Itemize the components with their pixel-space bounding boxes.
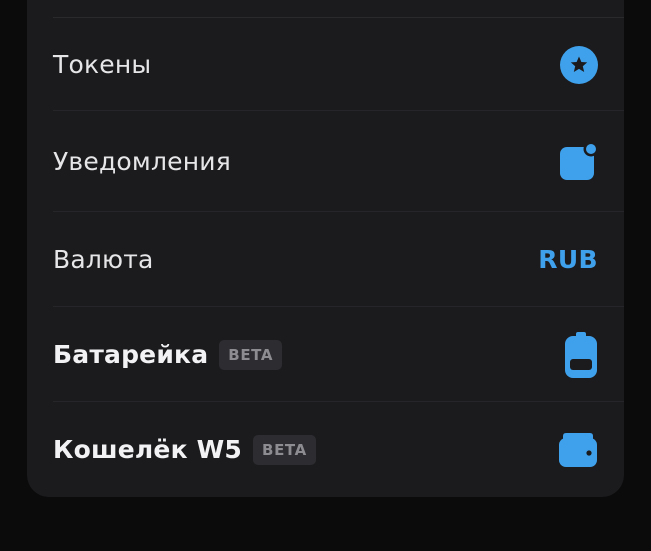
- settings-item-tokens[interactable]: Токены: [27, 18, 624, 111]
- wallet-icon: [558, 432, 598, 468]
- notification-badge-icon: [558, 141, 599, 182]
- settings-item-label: Кошелёк W5: [53, 435, 243, 464]
- settings-item-battery[interactable]: Батарейка BETA: [27, 307, 624, 402]
- settings-item-label: Токены: [53, 50, 152, 79]
- settings-item-label: Валюта: [53, 245, 154, 274]
- settings-item-notifications[interactable]: Уведомления: [27, 111, 624, 212]
- settings-screen: Токены Уведомления Валюта RUB Батарейка …: [0, 0, 651, 551]
- settings-item-wallet-w5[interactable]: Кошелёк W5 BETA: [27, 402, 624, 497]
- settings-item-label: Уведомления: [53, 147, 231, 176]
- settings-card: Токены Уведомления Валюта RUB Батарейка …: [27, 0, 624, 497]
- beta-badge: BETA: [253, 434, 316, 465]
- settings-item-currency[interactable]: Валюта RUB: [27, 212, 624, 307]
- settings-item-label: Батарейка: [53, 340, 209, 369]
- star-circle-icon: [560, 45, 598, 84]
- currency-value: RUB: [538, 245, 598, 274]
- battery-icon: [564, 331, 598, 379]
- beta-badge: BETA: [219, 339, 283, 370]
